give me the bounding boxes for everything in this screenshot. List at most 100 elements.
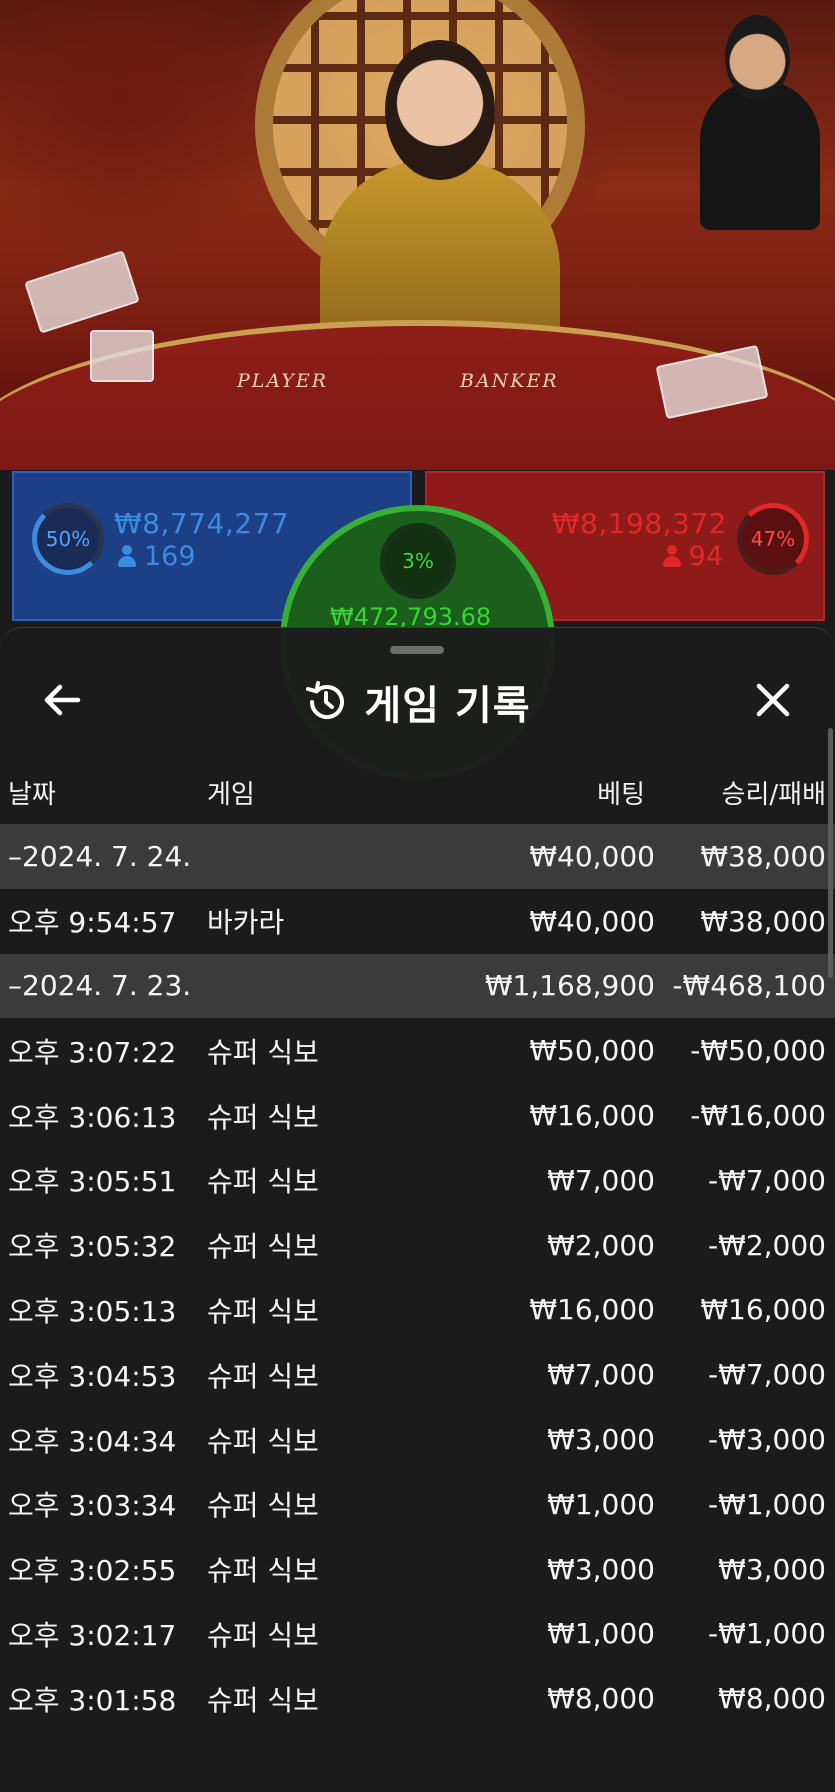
row-game: 슈퍼 식보 <box>207 1683 319 1717</box>
bet-stats-strip: 50% ₩8,774,277 169 47% ₩8,198,372 94 3% … <box>0 465 835 780</box>
row-bet: ₩8,000 <box>547 1682 655 1716</box>
table-label-player: PLAYER <box>237 370 329 392</box>
row-time: 오후 9:54:57 <box>8 906 177 940</box>
history-icon <box>304 680 348 724</box>
row-result: ₩16,000 <box>700 1293 826 1327</box>
row-bet: ₩3,000 <box>547 1552 655 1586</box>
history-row[interactable]: 오후 3:07:22 슈퍼 식보 ₩50,000 -₩50,000 <box>0 1018 835 1083</box>
card-stack <box>90 330 154 382</box>
row-result: -₩7,000 <box>708 1358 826 1392</box>
row-result: -₩16,000 <box>690 1099 826 1133</box>
history-row[interactable]: 오후 9:54:57 바카라 ₩40,000 ₩38,000 <box>0 889 835 954</box>
date-group-row[interactable]: –2024. 7. 24. ₩40,000 ₩38,000 <box>0 824 835 889</box>
row-time: 오후 3:04:34 <box>8 1424 177 1458</box>
row-result: ₩38,000 <box>700 839 826 873</box>
scrollbar[interactable] <box>828 728 833 978</box>
player-percent: 50% <box>45 527 91 551</box>
person-icon <box>118 545 136 567</box>
player-bettor-count: 169 <box>118 541 196 572</box>
row-bet: ₩1,000 <box>547 1617 655 1651</box>
row-time: 오후 3:02:55 <box>8 1554 177 1588</box>
column-header-game[interactable]: 게임 <box>207 774 255 811</box>
history-row[interactable]: 오후 3:03:34 슈퍼 식보 ₩1,000 -₩1,000 <box>0 1472 835 1537</box>
row-bet: ₩16,000 <box>529 1293 655 1327</box>
second-dealer-head <box>725 15 790 100</box>
history-row[interactable]: 오후 3:01:58 슈퍼 식보 ₩8,000 ₩8,000 <box>0 1666 835 1731</box>
row-result: ₩38,000 <box>700 904 826 938</box>
column-header-result[interactable]: 승리/패배 <box>722 774 826 811</box>
game-history-sheet: 게임 기록 날짜 게임 베팅 승리/패배 –2024. 7. 24. ₩40,00… <box>0 627 835 1792</box>
banker-bettor-count-value: 94 <box>688 541 723 572</box>
second-dealer-figure <box>700 80 820 230</box>
row-game: 슈퍼 식보 <box>207 1359 319 1393</box>
close-button[interactable] <box>741 668 805 732</box>
history-row[interactable]: 오후 3:04:53 슈퍼 식보 ₩7,000 -₩7,000 <box>0 1342 835 1407</box>
history-row[interactable]: 오후 3:05:51 슈퍼 식보 ₩7,000 -₩7,000 <box>0 1148 835 1213</box>
row-game: 슈퍼 식보 <box>207 1424 319 1458</box>
arrow-left-icon <box>44 684 81 716</box>
row-time: 오후 3:05:13 <box>8 1294 177 1328</box>
tie-percent-ring: 3% <box>380 523 456 599</box>
row-bet: ₩40,000 <box>529 904 655 938</box>
row-bet: ₩40,000 <box>529 839 655 873</box>
row-time: 오후 3:03:34 <box>8 1489 177 1523</box>
column-header-bet[interactable]: 베팅 <box>597 774 645 811</box>
group-date: –2024. 7. 23. <box>8 969 192 1003</box>
group-date: –2024. 7. 24. <box>8 839 192 873</box>
row-result: -₩1,000 <box>708 1617 826 1651</box>
row-game: 슈퍼 식보 <box>207 1035 319 1069</box>
tie-percent: 3% <box>402 549 434 573</box>
row-result: ₩3,000 <box>718 1552 826 1586</box>
row-time: 오후 3:02:17 <box>8 1618 177 1652</box>
row-bet: ₩2,000 <box>547 1228 655 1262</box>
row-result: -₩2,000 <box>708 1228 826 1262</box>
sheet-header: 게임 기록 <box>0 674 835 730</box>
row-result: -₩1,000 <box>708 1487 826 1521</box>
history-row[interactable]: 오후 3:05:32 슈퍼 식보 ₩2,000 -₩2,000 <box>0 1213 835 1278</box>
player-bet-amount: ₩8,774,277 <box>114 507 290 540</box>
banker-bet-amount: ₩8,198,372 <box>551 507 727 540</box>
row-bet: ₩16,000 <box>529 1099 655 1133</box>
table-label-banker: BANKER <box>460 370 559 392</box>
row-game: 바카라 <box>207 906 285 940</box>
row-time: 오후 3:04:53 <box>8 1359 177 1393</box>
row-game: 슈퍼 식보 <box>207 1294 319 1328</box>
sheet-drag-handle[interactable] <box>390 646 444 654</box>
banker-bettor-count: 94 <box>662 541 723 572</box>
sheet-title: 게임 기록 <box>364 683 531 729</box>
row-bet: ₩7,000 <box>547 1358 655 1392</box>
column-header-date[interactable]: 날짜 <box>8 774 56 811</box>
row-result: -₩50,000 <box>690 1034 826 1068</box>
row-game: 슈퍼 식보 <box>207 1554 319 1588</box>
history-row[interactable]: 오후 3:02:55 슈퍼 식보 ₩3,000 ₩3,000 <box>0 1537 835 1602</box>
row-game: 슈퍼 식보 <box>207 1618 319 1652</box>
row-bet: ₩3,000 <box>547 1423 655 1457</box>
row-game: 슈퍼 식보 <box>207 1165 319 1199</box>
row-game: 슈퍼 식보 <box>207 1489 319 1523</box>
history-row[interactable]: 오후 3:02:17 슈퍼 식보 ₩1,000 -₩1,000 <box>0 1602 835 1667</box>
banker-percent-ring: 47% <box>737 503 809 575</box>
live-video-feed: PLAYER BANKER <box>0 0 835 470</box>
history-row[interactable]: 오후 3:04:34 슈퍼 식보 ₩3,000 -₩3,000 <box>0 1407 835 1472</box>
row-bet: ₩1,000 <box>547 1487 655 1521</box>
row-bet: ₩50,000 <box>529 1034 655 1068</box>
dealer-head <box>385 40 495 180</box>
banker-percent: 47% <box>750 527 796 551</box>
card-shoe-left <box>24 250 140 334</box>
back-button[interactable] <box>30 668 94 732</box>
row-game: 슈퍼 식보 <box>207 1100 319 1134</box>
row-time: 오후 3:06:13 <box>8 1100 177 1134</box>
row-time: 오후 3:07:22 <box>8 1035 177 1069</box>
row-time: 오후 3:01:58 <box>8 1683 177 1717</box>
history-list: –2024. 7. 24. ₩40,000 ₩38,000 오후 9:54:57 바카라… <box>0 824 835 1731</box>
history-row[interactable]: 오후 3:06:13 슈퍼 식보 ₩16,000 -₩16,000 <box>0 1083 835 1148</box>
row-game: 슈퍼 식보 <box>207 1230 319 1264</box>
date-group-row[interactable]: –2024. 7. 23. ₩1,168,900 -₩468,100 <box>0 953 835 1019</box>
history-row[interactable]: 오후 3:05:13 슈퍼 식보 ₩16,000 ₩16,000 <box>0 1278 835 1343</box>
row-time: 오후 3:05:32 <box>8 1230 177 1264</box>
row-result: -₩3,000 <box>708 1423 826 1457</box>
person-icon <box>662 545 681 567</box>
row-result: ₩8,000 <box>718 1682 826 1716</box>
player-bettor-count-value: 169 <box>144 541 196 572</box>
row-time: 오후 3:05:51 <box>8 1165 177 1199</box>
